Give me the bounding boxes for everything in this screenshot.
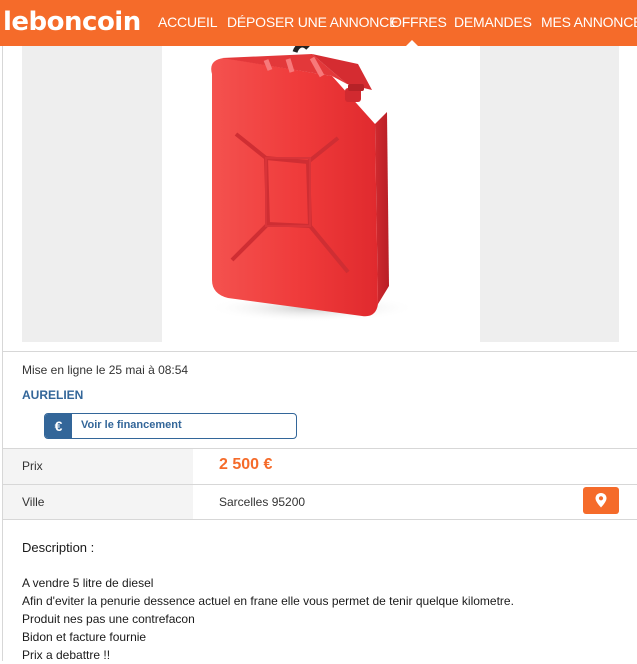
divider — [3, 351, 637, 352]
listing-panel: Mise en ligne le 25 mai à 08:54 AURELIEN… — [2, 42, 637, 664]
jerrycan-image — [207, 42, 417, 322]
nav-deposer-annonce[interactable]: DÉPOSER UNE ANNONCE — [227, 14, 398, 30]
map-pin-icon — [595, 493, 607, 508]
euro-icon: € — [45, 414, 72, 438]
top-header: leboncoin ACCUEIL DÉPOSER UNE ANNONCE OF… — [0, 0, 637, 46]
nav-mes-annonces[interactable]: MES ANNONCES — [541, 14, 637, 30]
price-value: 2 500 € — [219, 456, 273, 473]
description-line: A vendre 5 litre de diesel — [22, 576, 154, 590]
divider — [3, 519, 637, 520]
nav-offres[interactable]: OFFRES — [391, 14, 447, 30]
seller-name-link[interactable]: AURELIEN — [22, 388, 83, 402]
listing-photo[interactable] — [162, 42, 480, 342]
map-location-button[interactable] — [583, 487, 619, 514]
description-line: Prix a debattre !! — [22, 648, 111, 662]
description-line: Afin d'eviter la penurie dessence actuel… — [22, 594, 514, 608]
nav-demandes[interactable]: DEMANDES — [454, 14, 532, 30]
site-logo[interactable]: leboncoin — [3, 5, 141, 39]
description-title: Description : — [22, 540, 95, 555]
description-line: Bidon et facture fournie — [22, 630, 147, 644]
price-label: Prix — [22, 459, 43, 473]
city-value: Sarcelles 95200 — [219, 495, 306, 509]
nav-accueil[interactable]: ACCUEIL — [158, 14, 217, 30]
financing-label: Voir le financement — [81, 419, 182, 431]
posted-date: Mise en ligne le 25 mai à 08:54 — [22, 363, 189, 377]
financing-button[interactable]: € Voir le financement — [44, 413, 297, 439]
photo-gallery[interactable] — [22, 42, 619, 342]
description-body: A vendre 5 litre de diesel Afin d'eviter… — [22, 574, 514, 664]
description-line: Produit nes pas une contrefacon — [22, 612, 195, 626]
city-label: Ville — [22, 495, 45, 509]
